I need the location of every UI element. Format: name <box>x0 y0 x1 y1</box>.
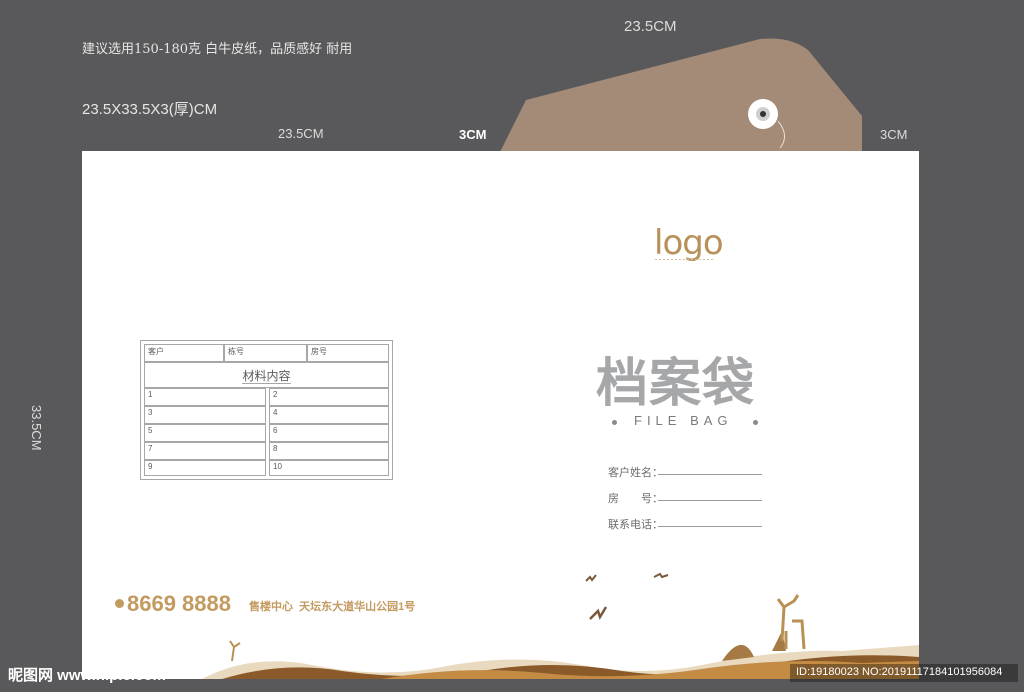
material-form: 客户 栋号 房号 材料内容 1 2 3 4 5 6 7 8 9 10 <box>140 340 393 480</box>
room-number-label: 房 号： <box>608 493 663 505</box>
spine-label: 3CM <box>459 127 487 142</box>
height-label: 33.5CM <box>29 405 44 451</box>
form-cell: 1 <box>144 388 266 406</box>
form-cell: 9 <box>144 460 266 476</box>
form-cell: 8 <box>269 442 389 460</box>
form-cell: 5 <box>144 424 266 442</box>
customer-name-label: 客户姓名： <box>608 467 663 479</box>
watermark-site: 昵图网 www.nipic.com <box>8 667 166 684</box>
form-header-room: 房号 <box>307 344 389 362</box>
form-cell: 10 <box>269 460 389 476</box>
watermark-bar: 昵图网 www.nipic.com ID:19180023 NO:2019111… <box>0 656 1024 692</box>
dimensions-note: 23.5X33.5X3(厚)CM <box>82 101 218 118</box>
form-section-title: 材料内容 <box>144 362 389 388</box>
customer-name-line[interactable] <box>658 474 762 475</box>
form-cell: 2 <box>269 388 389 406</box>
form-cell: 3 <box>144 406 266 424</box>
subtitle-dot-left <box>612 420 617 425</box>
paper-note: 建议选用150-180克 白牛皮纸，品质感好 耐用 <box>82 42 353 57</box>
phone-label: 联系电话： <box>608 519 663 531</box>
logo-tagline-mark <box>655 259 715 260</box>
form-header-customer: 客户 <box>144 344 224 362</box>
file-bag-sheet: 客户 栋号 房号 材料内容 1 2 3 4 5 6 7 8 9 10 logo … <box>82 151 919 679</box>
envelope-flap <box>500 38 862 152</box>
back-width-label: 23.5CM <box>278 126 324 141</box>
form-cell: 4 <box>269 406 389 424</box>
page-subtitle: FILE BAG <box>634 413 733 428</box>
page-title: 档案袋 <box>596 353 756 414</box>
form-cell: 7 <box>144 442 266 460</box>
subtitle-dot-right <box>753 420 758 425</box>
form-cell: 6 <box>269 424 389 442</box>
flap-width-label: 23.5CM <box>624 18 677 35</box>
watermark-id: ID:19180023 NO:20191117184101956084 <box>796 666 1003 678</box>
brand-logo: logo <box>654 223 724 263</box>
form-header-building: 栋号 <box>224 344 307 362</box>
room-number-line[interactable] <box>658 500 762 501</box>
right-depth-label: 3CM <box>880 127 908 142</box>
phone-line[interactable] <box>658 526 762 527</box>
